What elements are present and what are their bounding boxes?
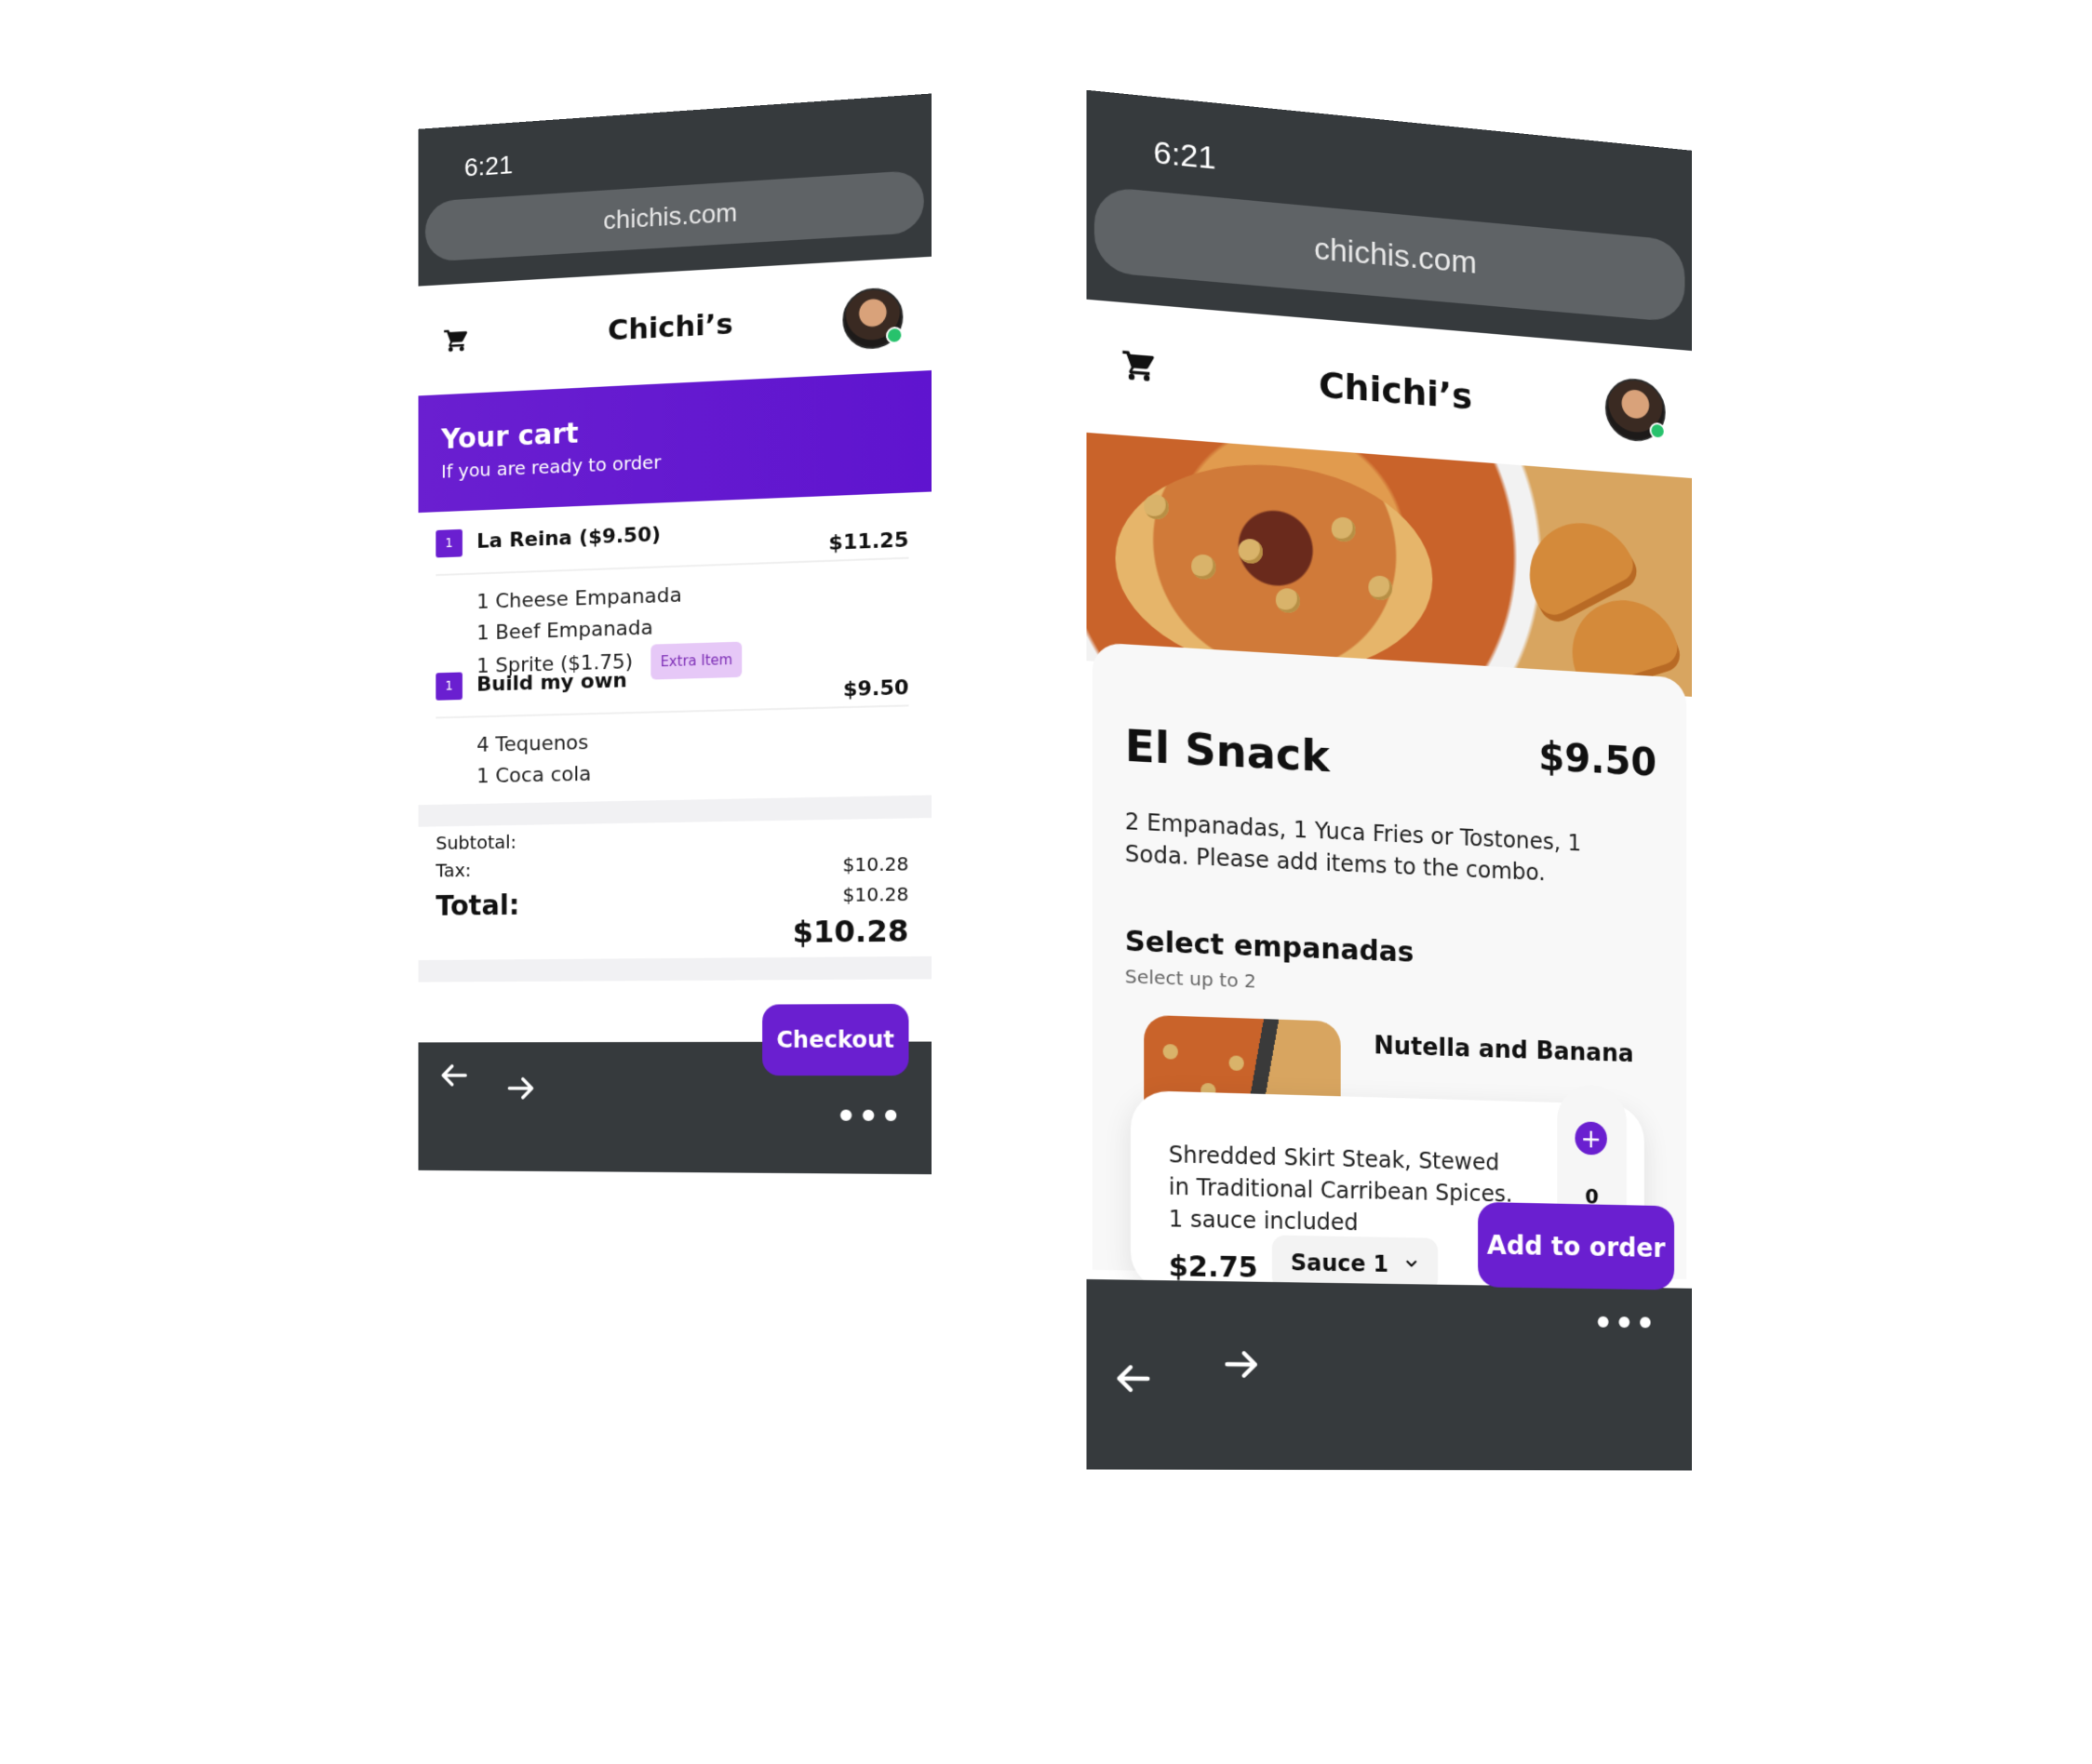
divider [418,795,932,828]
order-item-price: $11.25 [828,528,909,555]
order-item-price: $9.50 [842,675,909,702]
total-label: Total: [436,889,520,923]
status-time: 6:21 [463,150,514,182]
empanada-option-name: Nutella and Banana [1374,1032,1634,1069]
chevron-down-icon [1403,1251,1420,1277]
cart-icon[interactable] [443,326,470,358]
tax-label: Tax: [436,859,472,882]
address-bar[interactable]: chichis.com [1093,185,1685,324]
dish-detail-sheet: El Snack $9.50 2 Empanadas, 1 Yuca Fries… [1092,642,1687,1297]
total-value: $10.28 [792,913,909,950]
dish-description: 2 Empanadas, 1 Yuca Fries or Tostones, 1… [1124,808,1582,887]
order-item[interactable]: 1 Build my own $9.50 4 Tequenos 1 Coca c… [436,651,909,794]
sauce-select-value: Sauce 1 [1290,1250,1389,1277]
avatar[interactable] [842,287,904,351]
cart-subtitle: If you are ready to order [441,450,662,483]
order-totals: Subtotal: Tax: Total: $10.28 $10.28 $10.… [436,824,908,952]
section-subtitle: Select up to 2 [1124,965,1256,993]
plus-icon[interactable]: + [1575,1121,1607,1156]
forward-arrow-icon[interactable] [1219,1342,1264,1391]
checkout-button[interactable]: Checkout [762,1003,909,1076]
avatar[interactable] [1604,376,1666,444]
back-arrow-icon[interactable] [436,1057,471,1097]
cart-icon[interactable] [1121,346,1158,389]
status-time: 6:21 [1153,134,1216,177]
chickpea [1228,1055,1244,1072]
subtotal-value: $10.28 [842,852,909,876]
chickpea [1162,1043,1178,1060]
order-item-name: Build my own [476,669,627,697]
order-item-lines: 4 Tequenos 1 Coca cola [436,706,908,794]
subtotal-label: Subtotal: [436,830,516,854]
add-to-order-button[interactable]: Add to order [1478,1201,1675,1290]
order-item-name: La Reina ($9.50) [476,523,661,554]
quantity-badge: 1 [436,528,463,558]
forward-arrow-icon[interactable] [503,1070,540,1111]
phone-cart-screen: 6:21 chichis.com Chichi’s Your cart If y… [418,93,932,1440]
dish-price: $9.50 [1538,733,1657,785]
tax-value: $10.28 [842,882,909,906]
cart-title: Your cart [441,417,579,457]
browser-top-bar: 6:21 chichis.com [418,93,932,287]
online-status-dot [1649,421,1666,440]
more-options-icon[interactable]: ••• [1593,1305,1656,1343]
section-title: Select empanadas [1124,925,1415,969]
option-price: $2.75 [1168,1250,1258,1285]
option-ingredients: Shredded Skirt Steak, Stewed in Traditio… [1168,1141,1513,1236]
address-bar[interactable]: chichis.com [424,169,924,262]
app-brand: Chichi’s [1318,364,1473,418]
browser-bottom-bar: ••• [1086,1278,1692,1471]
more-options-icon[interactable]: ••• [836,1098,903,1136]
app-brand: Chichi’s [607,307,733,348]
divider [418,956,932,982]
cart-banner: Your cart If you are ready to order [418,370,932,514]
dish-name: El Snack [1124,719,1330,782]
quantity-badge: 1 [436,672,463,701]
online-status-dot [886,326,904,345]
phone-item-screen: 6:21 chichis.com Chichi’s El Snack $9.50… [1086,89,1692,1650]
back-arrow-icon[interactable] [1109,1356,1155,1405]
